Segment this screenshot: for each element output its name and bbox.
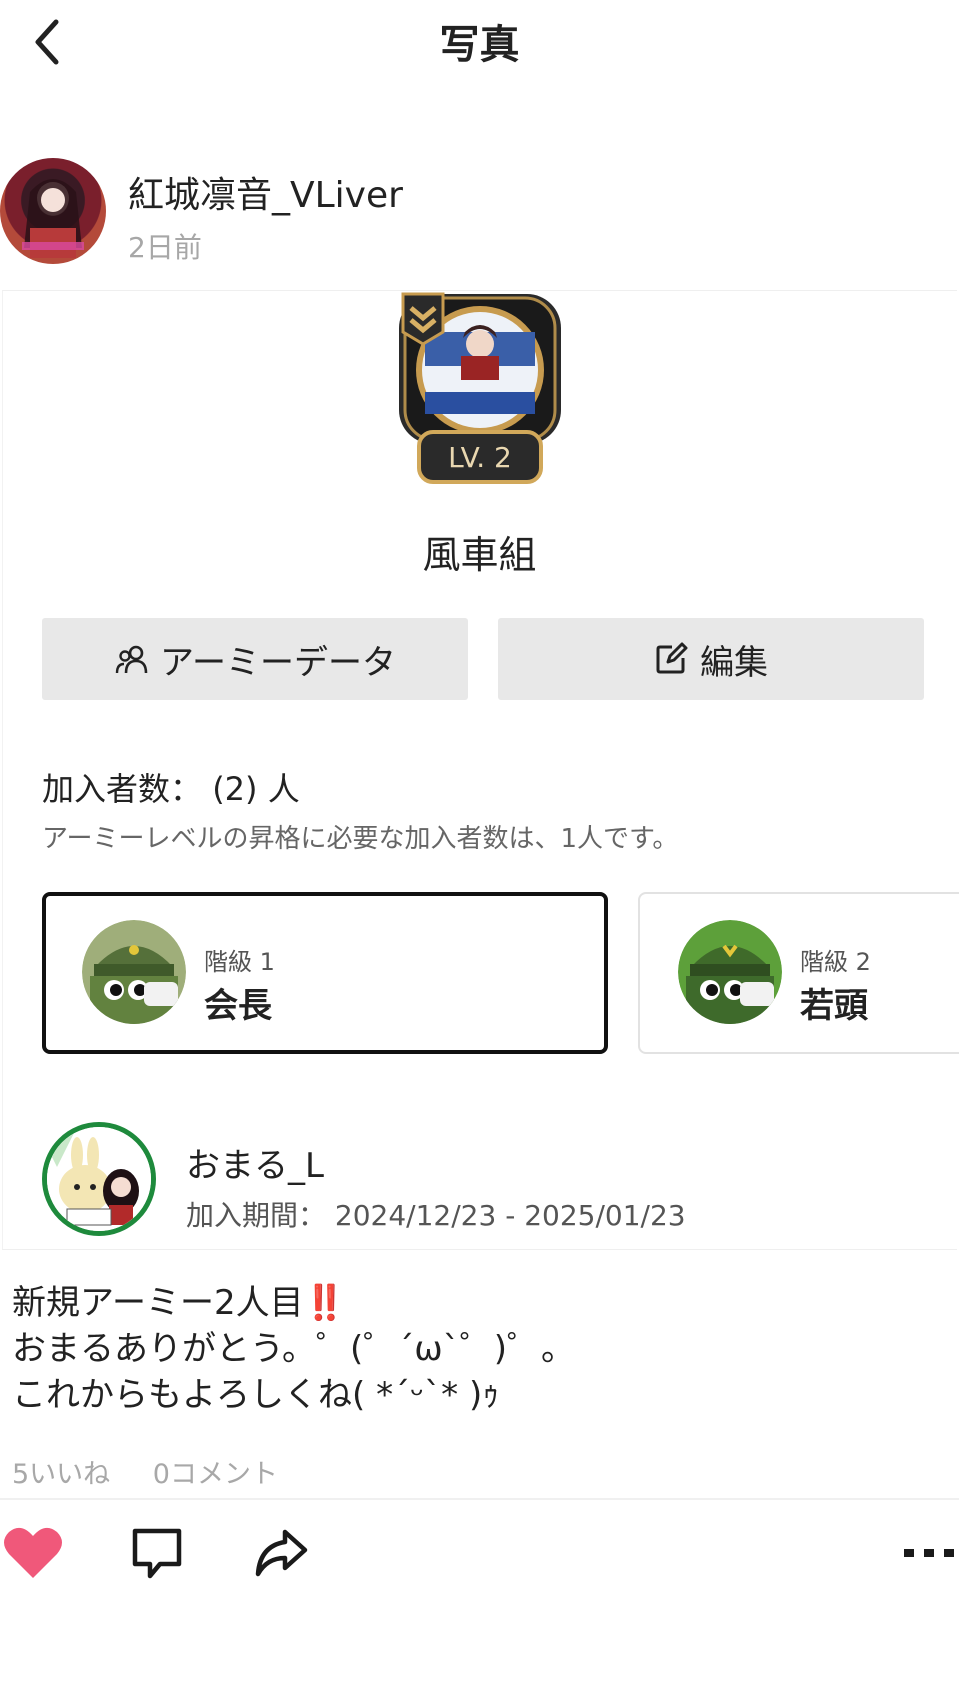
rank-level: 階級 2 — [800, 948, 871, 976]
rank-level: 階級 1 — [204, 948, 275, 976]
badge-level-text: LV. 2 — [448, 441, 512, 474]
like-button[interactable] — [0, 1520, 66, 1586]
member-name[interactable]: おまる_L — [186, 1138, 324, 1187]
rank-card-2[interactable]: 階級 2 若頭 — [638, 892, 959, 1054]
member-avatar[interactable] — [42, 1122, 156, 1236]
rank-title: 会長 — [204, 986, 272, 1026]
share-icon — [255, 1529, 308, 1577]
comment-icon — [132, 1528, 182, 1579]
army-name: 風車組 — [422, 533, 537, 577]
comments-count[interactable]: 0コメント — [153, 1459, 278, 1490]
author-name[interactable]: 紅城凛音_VLiver — [128, 166, 403, 218]
requirement-note: アーミーレベルの昇格に必要な加入者数は、1人です。 — [42, 824, 679, 854]
army-data-button[interactable]: アーミーデータ — [42, 618, 468, 700]
member-count: 加入者数： (2) 人 — [42, 764, 300, 810]
page-title: 写真 — [439, 22, 520, 68]
edit-label: 編集 — [700, 642, 768, 683]
post-time: 2日前 — [128, 231, 202, 264]
post-stats: 5いいね 0コメント — [12, 1452, 312, 1491]
edit-icon — [656, 642, 688, 674]
divider — [0, 1498, 959, 1500]
rank-title: 若頭 — [800, 986, 868, 1026]
member-avatar-image — [47, 1127, 151, 1231]
edit-button[interactable]: 編集 — [498, 618, 924, 700]
member-count-label: 加入者数： — [42, 770, 203, 808]
army-data-label: アーミーデータ — [160, 642, 396, 683]
member-period-value: 2024/12/23 - 2025/01/23 — [334, 1199, 686, 1232]
more-icon — [904, 1549, 954, 1557]
member-period-label: 加入期間： — [186, 1199, 327, 1232]
officer-cap-icon — [678, 920, 782, 1024]
rank-card-1[interactable]: 階級 1 会長 — [42, 892, 608, 1054]
author-avatar-image — [22, 179, 84, 258]
comment-button[interactable] — [124, 1520, 190, 1586]
member-period: 加入期間： 2024/12/23 - 2025/01/23 — [186, 1194, 686, 1234]
army-badge: LV. 2 — [395, 292, 565, 492]
share-button[interactable] — [248, 1520, 314, 1586]
post-caption: 新規アーミー2人目‼️ おまるありがとう。゜(゜´ω`゜)゜。 これからもよろし… — [12, 1283, 575, 1415]
likes-count[interactable]: 5いいね — [12, 1459, 110, 1490]
army-badge-image: LV. 2 — [399, 292, 561, 484]
officer-cap-icon — [82, 920, 186, 1024]
author-avatar[interactable] — [0, 158, 106, 264]
member-count-value: (2) 人 — [212, 770, 300, 808]
more-button[interactable] — [896, 1520, 959, 1586]
heart-icon — [4, 1527, 62, 1578]
users-icon — [115, 645, 148, 674]
